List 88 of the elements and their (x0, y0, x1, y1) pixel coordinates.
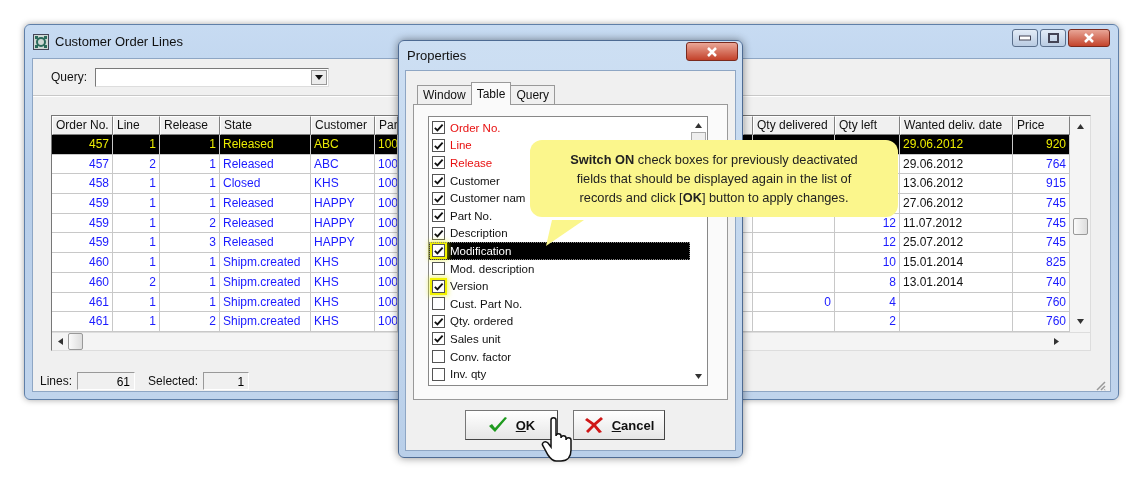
table-cell: 1 (160, 253, 220, 273)
table-cell: 100 (375, 194, 398, 214)
table-cell: 457 (52, 154, 113, 175)
table-cell: 15.01.2014 (900, 253, 1013, 273)
table-cell: 2 (835, 312, 900, 332)
table-cell: 1 (160, 194, 220, 214)
table-cell: 457 (52, 135, 113, 155)
table-cell: 1 (160, 174, 220, 195)
selected-label: Selected: (148, 373, 199, 388)
table-cell: 1 (160, 272, 220, 293)
table-cell: 10 (835, 253, 900, 273)
table-cell: 1 (113, 233, 160, 254)
table-cell: KHS (311, 272, 375, 293)
table-cell: 1 (160, 154, 220, 175)
table-cell: 461 (52, 292, 113, 313)
table-cell: Closed (220, 174, 311, 195)
table-cell: 1 (113, 194, 160, 214)
table-cell: 760 (1013, 312, 1070, 332)
table-cell: 1 (113, 135, 160, 155)
table-cell: Released (220, 154, 311, 175)
table-cell: 1 (160, 135, 220, 155)
table-cell: 13.06.2012 (900, 174, 1013, 195)
table-cell: 25.07.2012 (900, 233, 1013, 254)
table-cell: HAPPY (311, 233, 375, 254)
table-cell: 745 (1013, 213, 1070, 234)
table-cell: 460 (52, 272, 113, 293)
table-cell: KHS (311, 253, 375, 273)
table-cell: Released (220, 213, 311, 234)
table-cell: 915 (1013, 174, 1070, 195)
table-cell: 1 (113, 312, 160, 332)
table-cell: 745 (1013, 194, 1070, 214)
table-cell: 0 (753, 292, 835, 313)
table-cell: 459 (52, 213, 113, 234)
table-cell: 29.06.2012 (900, 135, 1013, 155)
dialog-title: Properties (407, 48, 468, 63)
table-cell: 760 (1013, 292, 1070, 313)
table-cell: 100 (375, 174, 398, 195)
table-cell: 825 (1013, 253, 1070, 273)
table-cell: 920 (1013, 135, 1070, 155)
table-cell: ABC (311, 135, 375, 155)
table-cell: Shipm.created (220, 292, 311, 313)
table-cell: 2 (113, 154, 160, 175)
table-cell: 100 (375, 253, 398, 273)
lines-label: Lines: (40, 373, 73, 388)
table-cell: 3 (160, 233, 220, 254)
table-cell: ABC (311, 154, 375, 175)
callout-tooltip: Switch ON check boxes for previously deactivated fields that should be displayed again in the list of records and click [OK] button to apply changes. (530, 140, 898, 217)
table-cell: 459 (52, 194, 113, 214)
table-cell: 11.07.2012 (900, 213, 1013, 234)
table-cell: Released (220, 194, 311, 214)
table-cell: 461 (52, 312, 113, 332)
table-cell: 1 (113, 174, 160, 195)
table-cell: 1 (113, 213, 160, 234)
table-cell: 1 (160, 292, 220, 313)
table-cell: KHS (311, 292, 375, 313)
table-cell: 745 (1013, 233, 1070, 254)
table-cell: 764 (1013, 154, 1070, 175)
selected-count: 1 (203, 371, 250, 390)
table-cell: 2 (113, 272, 160, 293)
table-cell: KHS (311, 312, 375, 332)
table-cell: 460 (52, 253, 113, 273)
table-cell: 12 (835, 233, 900, 254)
table-cell: 1 (113, 253, 160, 273)
table-cell: 740 (1013, 272, 1070, 293)
table-cell: 458 (52, 174, 113, 195)
table-cell: 100 (375, 312, 398, 332)
table-cell: KHS (311, 174, 375, 195)
table-cell: 100 (375, 233, 398, 254)
table-cell: 8 (835, 272, 900, 293)
lines-count: 61 (77, 371, 136, 390)
table-cell: 100 (375, 135, 398, 155)
table-cell: 1 (113, 292, 160, 313)
table-cell: 459 (52, 233, 113, 254)
table-cell: Released (220, 233, 311, 254)
table-cell: HAPPY (311, 194, 375, 214)
table-cell: 2 (160, 312, 220, 332)
table-cell: 13.01.2014 (900, 272, 1013, 293)
table-cell: 29.06.2012 (900, 154, 1013, 175)
table-cell: HAPPY (311, 213, 375, 234)
window-title: Customer Order Lines (55, 34, 184, 49)
table-cell: Shipm.created (220, 253, 311, 273)
table-cell: 4 (835, 292, 900, 313)
table-cell: Shipm.created (220, 272, 311, 293)
query-label: Query: (51, 70, 87, 84)
table-cell: Released (220, 135, 311, 155)
table-cell: Shipm.created (220, 312, 311, 332)
table-cell: 27.06.2012 (900, 194, 1013, 214)
table-cell: 2 (160, 213, 220, 234)
